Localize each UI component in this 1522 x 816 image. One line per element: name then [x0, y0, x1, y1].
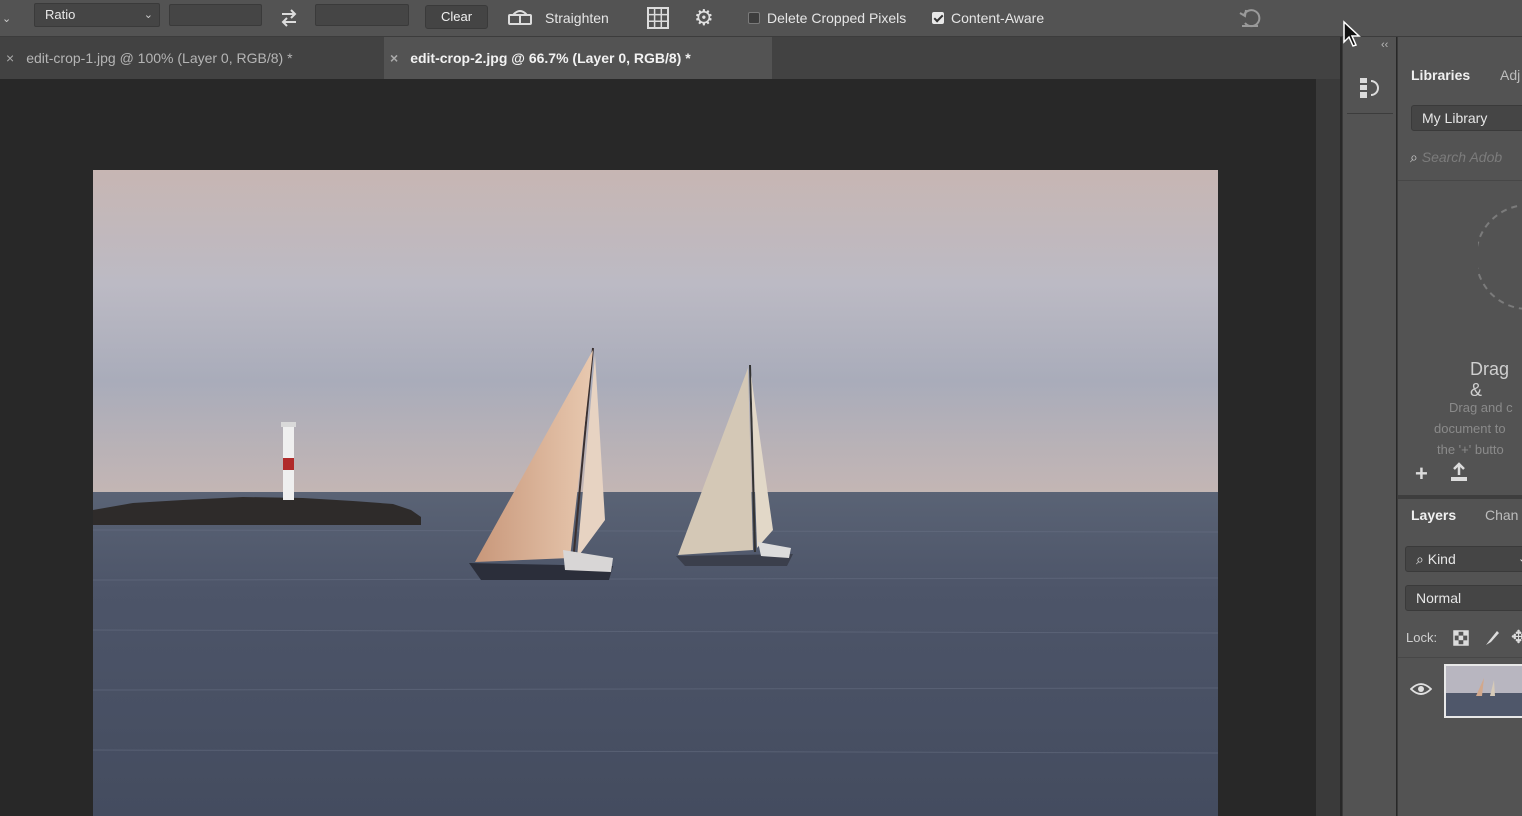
add-content-icon[interactable]: +: [1415, 461, 1428, 487]
reset-icon[interactable]: [1238, 0, 1262, 36]
chevron-down-icon: ⌄: [1518, 547, 1522, 571]
library-select-label: My Library: [1422, 110, 1488, 126]
search-icon: ⌕: [1410, 149, 1418, 165]
drop-zone-circle-icon: [1478, 204, 1522, 310]
delete-cropped-checkbox-box[interactable]: [748, 12, 760, 24]
tab-edit-crop-2[interactable]: × edit-crop-2.jpg @ 66.7% (Layer 0, RGB/…: [384, 37, 772, 79]
content-aware-checkbox-box[interactable]: [932, 12, 944, 24]
level-icon: [507, 7, 533, 30]
lock-transparent-pixels-icon[interactable]: [1453, 630, 1469, 651]
panel-divider: [1398, 180, 1522, 181]
history-panel-icon[interactable]: [1357, 75, 1383, 106]
tab-adjustments[interactable]: Adj: [1500, 67, 1520, 83]
clear-button-label: Clear: [440, 9, 473, 24]
tab-edit-crop-1[interactable]: × edit-crop-1.jpg @ 100% (Layer 0, RGB/8…: [0, 37, 384, 79]
document-tab-bar: × edit-crop-1.jpg @ 100% (Layer 0, RGB/8…: [0, 37, 1340, 79]
straighten-button[interactable]: Straighten: [507, 0, 609, 36]
drag-help-line: the '+' butto: [1437, 442, 1504, 457]
swap-dimensions-icon[interactable]: [278, 0, 300, 36]
dock-divider: [1347, 113, 1393, 114]
clear-button[interactable]: Clear: [425, 5, 488, 29]
drag-help-line: Drag and c: [1449, 400, 1513, 415]
drag-help-text: Drag and c document to the '+' butto: [1434, 397, 1513, 460]
blend-mode-select[interactable]: Normal: [1405, 585, 1522, 611]
library-search-placeholder: Search Adob: [1421, 149, 1503, 165]
chevron-down-icon: ⌄: [143, 9, 153, 21]
lock-position-icon[interactable]: ✥: [1511, 627, 1522, 648]
visibility-eye-icon[interactable]: [1409, 682, 1433, 701]
lock-label: Lock:: [1406, 630, 1438, 645]
collapse-panels-icon[interactable]: ‹‹: [1381, 39, 1388, 51]
content-aware-checkbox[interactable]: Content-Aware: [932, 0, 1044, 36]
close-icon[interactable]: ×: [390, 50, 398, 66]
drag-help-line: document to: [1434, 421, 1506, 436]
ratio-height-input[interactable]: [315, 4, 409, 26]
blend-mode-label: Normal: [1416, 590, 1462, 606]
panel-divider: [1398, 657, 1522, 658]
overlay-grid-icon[interactable]: [646, 0, 670, 36]
ratio-width-input[interactable]: [169, 4, 262, 26]
panel-icon-dock: ‹‹: [1342, 37, 1396, 816]
drag-title: Drag &: [1470, 359, 1510, 400]
layer-filter-kind[interactable]: ⌕ Kind ⌄: [1405, 546, 1522, 572]
layer-thumbnail-image: [1446, 666, 1522, 716]
delete-cropped-pixels-checkbox[interactable]: Delete Cropped Pixels: [748, 0, 906, 36]
tab-channels[interactable]: Chan: [1485, 507, 1518, 523]
tab-label: edit-crop-1.jpg @ 100% (Layer 0, RGB/8) …: [26, 50, 293, 66]
panel-group-divider: [1398, 495, 1522, 499]
search-icon: ⌕: [1416, 551, 1424, 567]
upload-icon[interactable]: [1449, 461, 1469, 488]
canvas-scrollbar[interactable]: [1316, 79, 1340, 816]
library-search[interactable]: ⌕ Search Adob: [1410, 149, 1502, 166]
ratio-select-label: Ratio: [45, 7, 76, 22]
straighten-label: Straighten: [545, 10, 609, 26]
content-aware-label: Content-Aware: [951, 10, 1045, 26]
lock-image-pixels-icon[interactable]: [1483, 629, 1501, 652]
layer-filter-kind-label: Kind: [1427, 551, 1456, 567]
document-canvas[interactable]: [0, 79, 1316, 816]
ratio-select[interactable]: Ratio ⌄: [34, 3, 160, 27]
right-panels: Libraries Adj My Library ⌕ Search Adob D…: [1397, 37, 1522, 816]
mouse-cursor-icon: [1343, 20, 1361, 47]
options-bar: ⌄ Ratio ⌄ Clear Straighten ⚙ Delete Crop…: [0, 0, 1522, 37]
tab-layers[interactable]: Layers: [1411, 507, 1456, 523]
tool-preset-chevron-icon[interactable]: ⌄: [2, 0, 11, 36]
sailboats-photo[interactable]: [93, 170, 1218, 816]
delete-cropped-label: Delete Cropped Pixels: [767, 10, 907, 26]
library-select[interactable]: My Library: [1411, 105, 1522, 131]
gear-icon[interactable]: ⚙: [694, 0, 714, 36]
layer-thumbnail[interactable]: [1444, 664, 1522, 718]
close-icon[interactable]: ×: [6, 50, 14, 66]
tab-label: edit-crop-2.jpg @ 66.7% (Layer 0, RGB/8)…: [410, 50, 691, 66]
tab-libraries[interactable]: Libraries: [1411, 67, 1470, 83]
